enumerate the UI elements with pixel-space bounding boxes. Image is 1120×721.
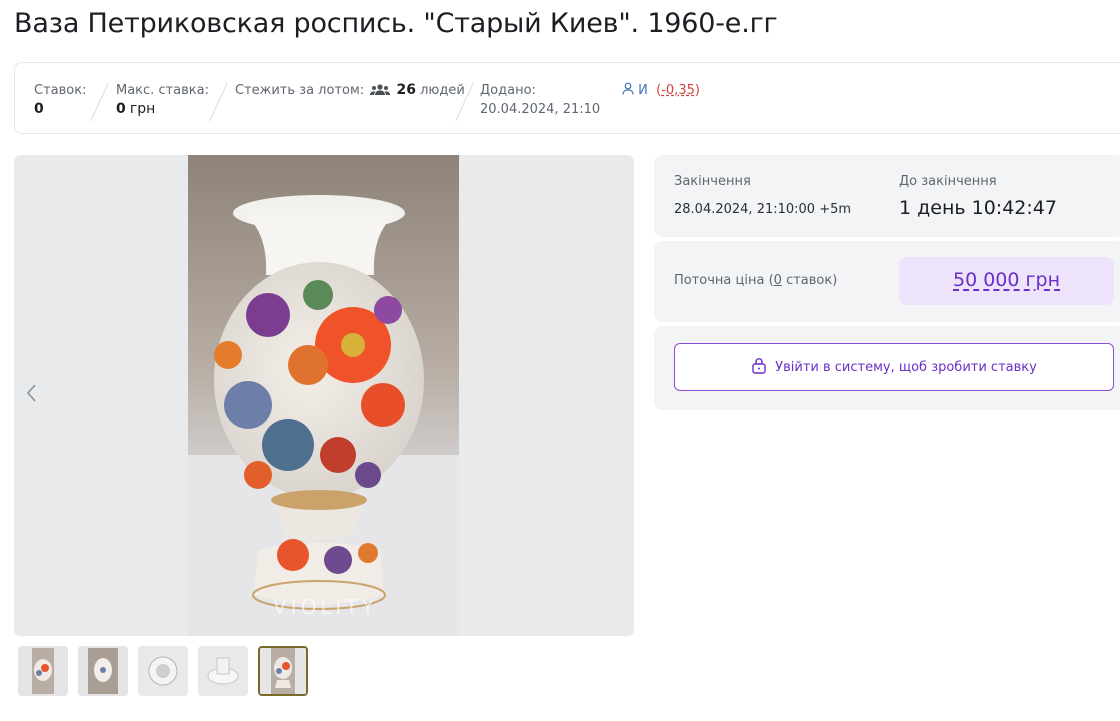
bids-value: 0 (34, 101, 44, 117)
price-box: 50 000 грн (899, 257, 1114, 305)
seller-info: И (-0,35) (622, 81, 700, 100)
people-icon (370, 83, 391, 102)
thumbnail-4[interactable] (198, 646, 248, 696)
countdown-timer: 1 день 10:42:47 (899, 197, 1057, 219)
max-bid-value: 0 (116, 101, 126, 117)
current-price-label: Поточна ціна (0 ставок) (674, 273, 838, 288)
lot-stats-bar: Ставок: 0 Макс. ставка: 0 грн Стежить за… (14, 62, 1120, 134)
page-title: Ваза Петриковская роспись. "Старый Киев"… (14, 8, 778, 39)
max-bid-currency: грн (129, 101, 156, 117)
bids-label: Ставок: (34, 83, 87, 98)
main-photo[interactable]: VIOLITY (188, 155, 459, 636)
divider (209, 83, 228, 121)
divider (90, 83, 109, 121)
watchers-stat: Стежить за лотом: 26 людей (235, 81, 465, 102)
thumbnail-2[interactable] (78, 646, 128, 696)
remaining-label: До закінчення (899, 174, 997, 189)
current-price-panel: Поточна ціна (0 ставок) 50 000 грн (654, 241, 1120, 322)
bids-count-link[interactable]: 0 (774, 273, 782, 288)
bids-stat: Ставок: 0 (34, 81, 86, 119)
lock-icon (751, 357, 767, 378)
seller-rating[interactable]: -0,35 (661, 83, 695, 98)
auction-end-panel: Закінчення 28.04.2024, 21:10:00 +5m До з… (654, 155, 1120, 237)
max-bid-stat: Макс. ставка: 0 грн (116, 81, 209, 119)
end-value: 28.04.2024, 21:10:00 +5m (674, 202, 852, 217)
watch-label: Стежить за лотом: (235, 83, 365, 98)
login-to-bid-button[interactable]: Увійти в систему, щоб зробити ставку (674, 343, 1114, 391)
end-label: Закінчення (674, 174, 751, 189)
max-bid-label: Макс. ставка: (116, 83, 209, 98)
photo-gallery[interactable]: VIOLITY (14, 155, 634, 636)
watch-unit: людей (420, 83, 465, 98)
thumbnail-1[interactable] (18, 646, 68, 696)
added-value: 20.04.2024, 21:10 (480, 102, 601, 117)
watermark: VIOLITY (273, 595, 378, 619)
chevron-left-icon[interactable] (20, 383, 44, 407)
bid-action-panel: Увійти в систему, щоб зробити ставку (654, 326, 1120, 410)
seller-rating-close: ) (694, 83, 700, 98)
added-stat: Додано: 20.04.2024, 21:10 (480, 81, 600, 119)
thumbnail-3[interactable] (138, 646, 188, 696)
thumbnail-5[interactable] (258, 646, 308, 696)
seller-link[interactable]: И (638, 83, 648, 98)
vase-image: VIOLITY (188, 195, 459, 636)
user-icon (622, 82, 638, 98)
login-button-label: Увійти в систему, щоб зробити ставку (775, 359, 1037, 375)
added-label: Додано: (480, 83, 536, 98)
current-price[interactable]: 50 000 грн (899, 269, 1114, 291)
watch-count: 26 (396, 82, 416, 98)
